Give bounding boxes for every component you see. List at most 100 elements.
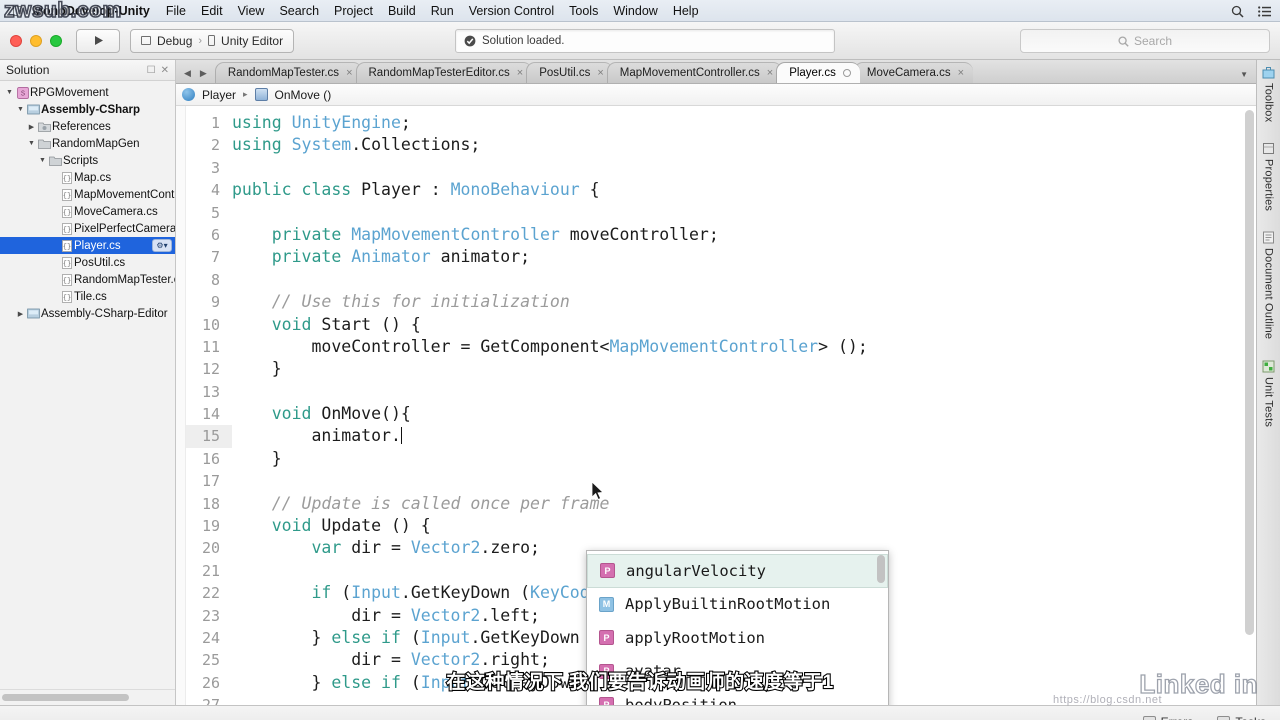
code-line[interactable]: 13 (186, 381, 1256, 403)
gear-icon[interactable]: ⚙▾ (152, 239, 172, 252)
autocomplete-item-angularvelocity[interactable]: PangularVelocity (587, 554, 888, 588)
autocomplete-popup[interactable]: PangularVelocity M ApplyBuiltinRootMotion P… (586, 550, 889, 705)
breadcrumb-member[interactable]: OnMove () (275, 88, 332, 102)
solution-tree-item-references[interactable]: ▶ References (0, 118, 175, 135)
solution-hscrollbar[interactable] (0, 689, 175, 705)
chevron-down-icon[interactable]: ▼ (37, 157, 48, 164)
tab-modified-indicator-icon[interactable] (842, 69, 851, 77)
solution-tree-item-randommapgen[interactable]: ▼ RandomMapGen (0, 135, 175, 152)
close-tab-icon[interactable]: × (958, 67, 964, 79)
code-line[interactable]: 7 private Animator animator; (186, 246, 1256, 268)
chevron-right-icon[interactable]: ▶ (15, 310, 26, 318)
control-center-icon[interactable] (1258, 5, 1272, 17)
close-tab-icon[interactable]: × (767, 67, 773, 79)
tasks-pad-button[interactable]: Tasks (1217, 715, 1266, 720)
minimize-pad-icon[interactable]: ☐ (147, 65, 156, 76)
code-line[interactable]: 9 // Use this for initialization (186, 291, 1256, 313)
solution-hscrollbar-thumb[interactable] (2, 694, 129, 701)
chevron-down-icon[interactable]: ▼ (4, 89, 15, 96)
chevron-right-icon[interactable]: ▶ (26, 123, 37, 131)
menu-tools[interactable]: Tools (569, 4, 598, 18)
solution-tree-item-assembly-csharp-editor[interactable]: ▶ Assembly-CSharp-Editor (0, 305, 175, 322)
close-tab-icon[interactable]: × (346, 67, 352, 79)
solution-tree-item-movecamera-cs[interactable]: {} MoveCamera.cs (0, 203, 175, 220)
code-line[interactable]: 11 moveController = GetComponent<MapMove… (186, 336, 1256, 358)
menu-search[interactable]: Search (279, 4, 319, 18)
global-search-input[interactable]: Search (1020, 29, 1270, 53)
solution-tree-item-randommaptester-c[interactable]: {} RandomMapTester.c (0, 271, 175, 288)
solution-tree[interactable]: ▼ S RPGMovement ▼ Assembly-CSharp ▶ References… (0, 81, 175, 689)
solution-tree-item-tile-cs[interactable]: {} Tile.cs (0, 288, 175, 305)
document-tab-posutil-cs[interactable]: PosUtil.cs × (526, 62, 613, 83)
autocomplete-item-applyrootmotion[interactable]: PapplyRootMotion (587, 621, 888, 655)
minimize-window-button[interactable] (30, 34, 42, 47)
close-window-button[interactable] (10, 34, 22, 47)
menu-build[interactable]: Build (388, 4, 416, 18)
code-line[interactable]: 5 (186, 202, 1256, 224)
autocomplete-list[interactable]: PangularVelocity M ApplyBuiltinRootMotion P… (587, 551, 888, 705)
apple-logo-icon[interactable]:  (12, 4, 23, 18)
run-button[interactable] (76, 28, 120, 53)
code-line[interactable]: 17 (186, 470, 1256, 492)
solution-tree-item-posutil-cs[interactable]: {} PosUtil.cs (0, 254, 175, 271)
document-tab-mapmovementcontroller-cs[interactable]: MapMovementController.cs × (606, 62, 783, 83)
code-line[interactable]: 18 // Update is called once per frame (186, 493, 1256, 515)
dock-tab-properties[interactable]: Properties (1262, 142, 1275, 211)
close-tab-icon[interactable]: × (517, 67, 523, 79)
document-tab-player-cs[interactable]: Player.cs (776, 62, 860, 83)
document-tab-randommaptestereditor-cs[interactable]: RandomMapTesterEditor.cs × (355, 62, 533, 83)
app-name-label[interactable]: MonoDevelop-Unity (33, 4, 150, 18)
menu-run[interactable]: Run (431, 4, 454, 18)
code-line[interactable]: 15 animator. (186, 425, 1256, 448)
chevron-down-icon[interactable]: ▼ (26, 140, 37, 147)
autocomplete-item-avatar[interactable]: Pavatar (587, 655, 888, 689)
close-tab-icon[interactable]: × (597, 67, 603, 79)
dock-tab-document-outline[interactable]: Document Outline (1262, 231, 1275, 340)
code-line[interactable]: 14 void OnMove(){ (186, 403, 1256, 425)
code-line[interactable]: 19 void Update () { (186, 515, 1256, 537)
status-display[interactable]: Solution loaded. (455, 29, 835, 53)
menu-project[interactable]: Project (334, 4, 373, 18)
menu-version-control[interactable]: Version Control (469, 4, 554, 18)
document-tab-randommaptester-cs[interactable]: RandomMapTester.cs × (214, 62, 362, 83)
autocomplete-item-bodyposition[interactable]: PbodyPosition (587, 688, 888, 705)
code-line[interactable]: 16 } (186, 448, 1256, 470)
breadcrumb-class[interactable]: Player (202, 88, 236, 102)
menu-file[interactable]: File (166, 4, 186, 18)
menu-edit[interactable]: Edit (201, 4, 223, 18)
code-line[interactable]: 1 using UnityEngine; (186, 112, 1256, 134)
dock-tab-toolbox[interactable]: Toolbox (1262, 66, 1275, 122)
menu-view[interactable]: View (238, 4, 265, 18)
solution-tree-item-assembly-csharp[interactable]: ▼ Assembly-CSharp (0, 101, 175, 118)
menu-window[interactable]: Window (613, 4, 657, 18)
document-tab-movecamera-cs[interactable]: MoveCamera.cs × (853, 62, 974, 83)
spotlight-search-icon[interactable] (1231, 5, 1244, 18)
solution-tree-item-mapmovementcontr[interactable]: {} MapMovementContr (0, 186, 175, 203)
nav-back-icon[interactable]: ◀ (184, 68, 191, 79)
solution-tree-item-rpgmovement[interactable]: ▼ S RPGMovement (0, 84, 175, 101)
code-line[interactable]: 2 using System.Collections; (186, 134, 1256, 156)
code-line[interactable]: 10 void Start () { (186, 314, 1256, 336)
maximize-window-button[interactable] (50, 34, 62, 47)
dock-tab-unit-tests[interactable]: Unit Tests (1262, 360, 1275, 427)
editor-marker-margin[interactable] (176, 106, 186, 705)
run-configuration-selector[interactable]: Debug › Unity Editor (130, 28, 295, 53)
menu-help[interactable]: Help (673, 4, 699, 18)
chevron-down-icon[interactable]: ▼ (15, 106, 26, 113)
code-line[interactable]: 3 (186, 157, 1256, 179)
code-line[interactable]: 12 } (186, 358, 1256, 380)
code-line[interactable]: 6 private MapMovementController moveCont… (186, 224, 1256, 246)
tab-overflow-icon[interactable]: ▼ (1232, 70, 1256, 83)
close-pad-icon[interactable]: ✕ (161, 65, 169, 76)
editor-vertical-scrollbar[interactable] (1245, 110, 1254, 635)
code-line[interactable]: 4 public class Player : MonoBehaviour { (186, 179, 1256, 201)
solution-tree-item-map-cs[interactable]: {} Map.cs (0, 169, 175, 186)
errors-pad-button[interactable]: Errors (1142, 715, 1193, 720)
code-line[interactable]: 8 (186, 269, 1256, 291)
solution-tree-item-pixelperfectcamera[interactable]: {} PixelPerfectCamera. (0, 220, 175, 237)
solution-tree-item-player-cs[interactable]: {} Player.cs ⚙▾ (0, 237, 175, 254)
solution-tree-item-scripts[interactable]: ▼ Scripts (0, 152, 175, 169)
autocomplete-scrollbar-thumb[interactable] (877, 555, 885, 583)
autocomplete-item-applybuiltinrootmotion[interactable]: M ApplyBuiltinRootMotion (587, 588, 888, 622)
nav-forward-icon[interactable]: ▶ (200, 68, 207, 79)
